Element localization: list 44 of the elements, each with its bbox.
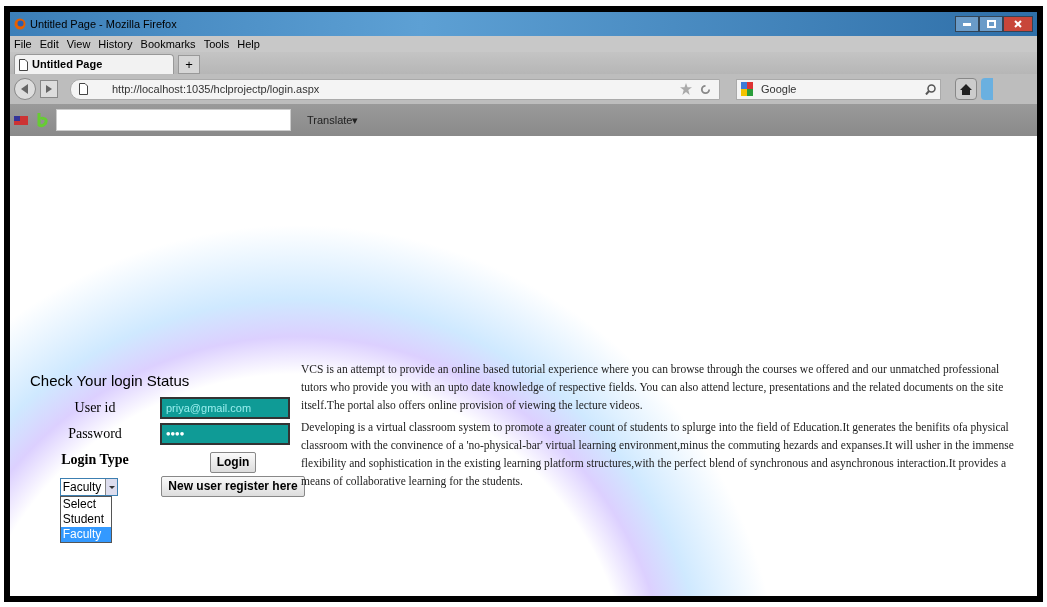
back-button[interactable] xyxy=(14,78,36,100)
toolbar-search-field[interactable] xyxy=(56,109,291,131)
menu-item[interactable]: Help xyxy=(237,35,260,53)
new-tab-button[interactable]: + xyxy=(178,55,200,74)
reload-icon[interactable] xyxy=(700,83,711,95)
close-icon xyxy=(1014,20,1022,28)
home-icon xyxy=(960,83,972,95)
menu-item[interactable]: Edit xyxy=(39,35,59,53)
window-title: Untitled Page - Mozilla Firefox xyxy=(30,16,177,32)
search-field[interactable]: Google xyxy=(736,78,941,100)
page-icon xyxy=(79,83,88,95)
menu-item[interactable]: History xyxy=(98,35,133,53)
password-label: Password xyxy=(67,425,123,443)
menu-item[interactable]: Bookmarks xyxy=(140,35,196,53)
minimize-icon xyxy=(963,22,971,26)
page-icon xyxy=(19,58,28,71)
search-engine-icon xyxy=(741,82,753,96)
star-icon[interactable] xyxy=(680,83,692,95)
login-button[interactable]: Login xyxy=(209,451,257,473)
address-bar[interactable]: http://localhost:1035/hclprojectp/login.aspx xyxy=(70,78,720,100)
back-arrow-icon xyxy=(21,84,29,94)
login-type-label: Login Type xyxy=(61,450,129,469)
home-button[interactable] xyxy=(955,78,977,100)
login-type-dropdown[interactable]: Faculty xyxy=(59,477,119,496)
search-engine-label: Google xyxy=(761,81,797,97)
maximize-button[interactable] xyxy=(979,16,1003,32)
browser-tab[interactable]: Untitled Page xyxy=(14,54,174,74)
menu-item[interactable]: Tools xyxy=(203,35,230,53)
menu-item[interactable]: View xyxy=(66,35,91,53)
menu-item[interactable]: File xyxy=(14,35,32,53)
forward-arrow-icon xyxy=(46,85,52,93)
maximize-icon xyxy=(986,20,996,28)
minimize-button[interactable] xyxy=(955,16,979,32)
search-icon[interactable] xyxy=(925,83,936,95)
browser-logo-icon xyxy=(14,18,26,30)
user-id-label: User id xyxy=(73,399,117,417)
flag-icon[interactable] xyxy=(14,115,28,125)
forward-button[interactable] xyxy=(40,80,58,98)
close-button[interactable] xyxy=(1003,16,1033,32)
url-text: http://localhost:1035/hclprojectp/login.aspx xyxy=(112,81,320,97)
description-paragraph: VCS is an attempt to provide an online based tutorial experience where you can browse through the courses we offered and our unmatched professional tutors who provide you with an upto date knowledge of respective fields. You can also attend lecture, presentations and the related documents on the site itself.The portal also offers online provision of viewing the lecture videos. xyxy=(301,362,1005,414)
dropdown-option[interactable]: Select xyxy=(60,496,111,512)
translate-menu[interactable]: Translate▾ xyxy=(307,111,359,129)
dropdown-option[interactable]: Student xyxy=(60,511,111,527)
